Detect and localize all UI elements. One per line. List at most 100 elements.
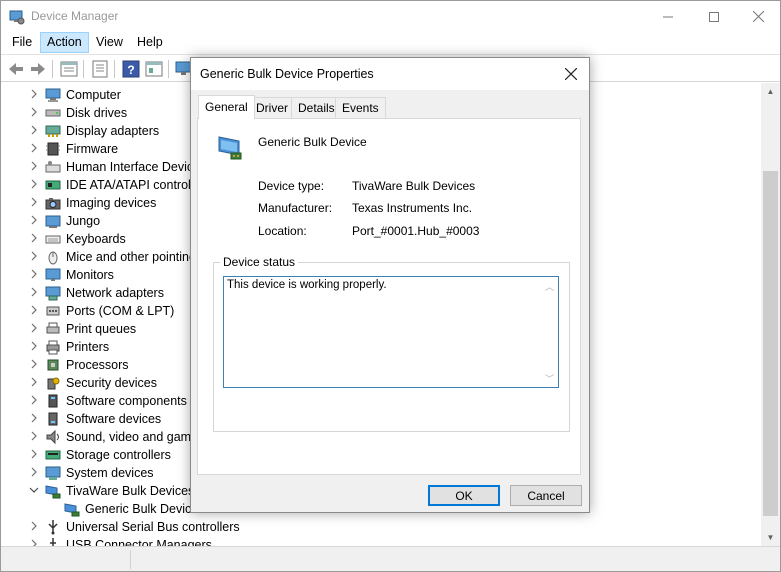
network-adapter-icon <box>45 286 61 301</box>
chevron-down-icon[interactable]: ﹀ <box>545 372 554 385</box>
close-window-button[interactable] <box>735 1 781 32</box>
chevron-right-icon[interactable] <box>29 448 41 462</box>
update-driver-icon[interactable] <box>144 59 164 79</box>
dialog-title-bar[interactable]: Generic Bulk Device Properties <box>191 58 589 90</box>
chevron-right-icon[interactable] <box>29 250 41 264</box>
tree-item-label: Generic Bulk Device <box>85 502 199 516</box>
dialog-close-button[interactable] <box>553 58 589 90</box>
port-icon <box>46 306 60 316</box>
tab-events[interactable]: Events <box>335 97 386 118</box>
chevron-right-icon[interactable] <box>29 430 41 444</box>
chevron-right-icon[interactable] <box>29 412 41 426</box>
chevron-right-icon[interactable] <box>29 196 41 210</box>
chevron-right-icon[interactable] <box>29 304 41 318</box>
tree-item-label: Storage controllers <box>66 448 171 462</box>
chevron-up-icon[interactable]: ︿ <box>545 280 554 293</box>
tree-item-label: USB Connector Managers <box>66 538 212 546</box>
minimize-icon <box>663 16 673 17</box>
menu-file[interactable]: File <box>6 32 38 53</box>
menu-bar: File Action View Help <box>1 32 780 54</box>
usb-device-icon <box>64 503 80 517</box>
menu-help[interactable]: Help <box>131 32 169 53</box>
tab-driver[interactable]: Driver <box>249 97 295 118</box>
cancel-button[interactable]: Cancel <box>510 485 582 506</box>
software-component-icon <box>48 394 58 408</box>
toolbar-separator <box>52 60 53 78</box>
tab-general[interactable]: General <box>198 95 255 119</box>
tree-category-item[interactable]: Universal Serial Bus controllers <box>1 518 761 536</box>
chevron-right-icon[interactable] <box>29 106 41 120</box>
security-device-icon <box>47 377 60 390</box>
tree-item-label: Printers <box>66 340 110 354</box>
ok-button[interactable]: OK <box>428 485 500 506</box>
computer-icon <box>45 88 61 102</box>
chevron-right-icon[interactable] <box>29 124 41 138</box>
title-bar[interactable]: Device Manager <box>1 1 780 32</box>
tree-item-label: Human Interface Devices <box>66 160 207 174</box>
chevron-right-icon[interactable] <box>29 178 41 192</box>
chevron-right-icon[interactable] <box>29 160 41 174</box>
close-icon <box>565 68 577 80</box>
status-bar <box>1 546 780 571</box>
minimize-button[interactable] <box>645 1 691 32</box>
back-arrow-icon[interactable] <box>6 59 26 79</box>
jungo-icon <box>45 215 61 228</box>
chevron-right-icon[interactable] <box>29 214 41 228</box>
show-hide-tree-icon[interactable] <box>90 59 110 79</box>
usb-device-icon <box>218 136 242 160</box>
menu-action[interactable]: Action <box>40 32 89 53</box>
chevron-right-icon[interactable] <box>29 286 41 300</box>
usb-controller-icon <box>48 520 58 535</box>
vertical-scrollbar[interactable]: ▲ ▼ <box>761 83 780 546</box>
tree-item-label: Computer <box>66 88 121 102</box>
maximize-button[interactable] <box>691 1 737 32</box>
location-label: Location: <box>258 224 307 238</box>
svg-text:?: ? <box>127 63 134 77</box>
chevron-down-icon[interactable] <box>29 484 41 498</box>
toolbar-separator <box>168 60 169 78</box>
chevron-right-icon[interactable] <box>29 340 41 354</box>
forward-arrow-icon[interactable] <box>28 59 48 79</box>
properties-grid-icon[interactable] <box>59 59 79 79</box>
chevron-right-icon[interactable] <box>29 466 41 480</box>
display-adapter-icon <box>45 125 61 137</box>
chevron-right-icon[interactable] <box>29 232 41 246</box>
device-type-label: Device type: <box>258 179 325 193</box>
dialog-title: Generic Bulk Device Properties <box>200 67 374 81</box>
chevron-right-icon[interactable] <box>29 520 41 534</box>
toolbar-separator <box>114 60 115 78</box>
scroll-down-arrow-icon[interactable]: ▼ <box>761 529 780 546</box>
monitor-icon <box>45 268 61 281</box>
chevron-right-icon[interactable] <box>29 394 41 408</box>
system-device-icon <box>45 466 61 480</box>
chevron-right-icon[interactable] <box>29 88 41 102</box>
device-manager-icon <box>9 10 25 25</box>
tree-item-label: Ports (COM & LPT) <box>66 304 175 318</box>
disk-drive-icon <box>45 109 61 117</box>
help-icon[interactable]: ? <box>121 59 141 79</box>
chevron-right-icon[interactable] <box>29 376 41 390</box>
status-scrollbar[interactable]: ︿ ﹀ <box>542 277 558 387</box>
usb-connector-icon <box>50 538 56 546</box>
device-status-group: Device status This device is working pro… <box>213 255 570 432</box>
window-title: Device Manager <box>31 9 119 23</box>
software-device-icon <box>48 412 58 426</box>
properties-dialog: Generic Bulk Device Properties General D… <box>190 57 590 513</box>
chevron-right-icon[interactable] <box>29 538 41 546</box>
tree-category-item[interactable]: USB Connector Managers <box>1 536 761 546</box>
tree-item-label: Network adapters <box>66 286 164 300</box>
scroll-up-arrow-icon[interactable]: ▲ <box>761 83 780 100</box>
chevron-right-icon[interactable] <box>29 268 41 282</box>
device-status-textbox[interactable]: This device is working properly. ︿ ﹀ <box>223 276 559 388</box>
chevron-right-icon[interactable] <box>29 322 41 336</box>
tree-item-label: Universal Serial Bus controllers <box>66 520 240 534</box>
close-icon <box>752 11 764 22</box>
chevron-right-icon[interactable] <box>29 358 41 372</box>
menu-view[interactable]: View <box>90 32 129 53</box>
tree-item-label: Jungo <box>66 214 101 228</box>
keyboard-icon <box>45 235 61 244</box>
scrollbar-thumb[interactable] <box>763 171 778 516</box>
tree-item-label: Monitors <box>66 268 114 282</box>
chevron-right-icon[interactable] <box>29 142 41 156</box>
processor-icon <box>47 359 59 371</box>
